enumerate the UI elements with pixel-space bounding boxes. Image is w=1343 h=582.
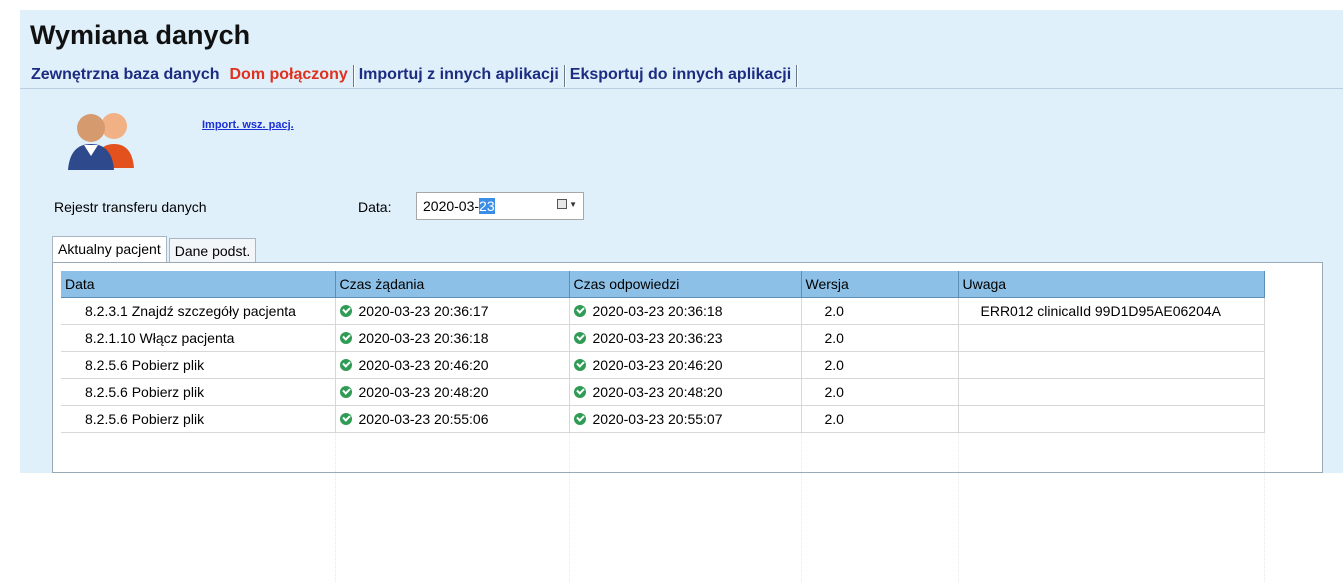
transfer-log-table-container: Data Czas żądania Czas odpowiedzi Wersja… bbox=[52, 262, 1323, 582]
operation-cell: 8.2.5.6 Pobierz plik bbox=[61, 405, 336, 433]
tab-current-patient[interactable]: Aktualny pacjent bbox=[52, 236, 167, 263]
response-time-cell: 2020-03-23 20:36:18 bbox=[569, 297, 802, 325]
table-row[interactable]: 8.2.5.6 Pobierz plik 2020-03-23 20:48:20… bbox=[61, 378, 1265, 406]
column-header-date[interactable]: Data bbox=[61, 271, 336, 298]
request-time-value: 2020-03-23 20:36:18 bbox=[358, 329, 489, 346]
column-header-version[interactable]: Wersja bbox=[801, 271, 959, 298]
request-time-cell: 2020-03-23 20:55:06 bbox=[335, 405, 570, 433]
tab-basic-data[interactable]: Dane podst. bbox=[168, 238, 257, 263]
response-time-value: 2020-03-23 20:36:18 bbox=[592, 302, 723, 319]
note-cell bbox=[958, 405, 1265, 433]
column-header-response-time[interactable]: Czas odpowiedzi bbox=[569, 271, 802, 298]
check-circle-icon bbox=[339, 331, 352, 344]
operation-cell: 8.2.1.10 Włącz pacjenta bbox=[61, 324, 336, 352]
tabs-divider bbox=[20, 88, 1343, 89]
calendar-icon bbox=[557, 199, 568, 209]
request-time-cell: 2020-03-23 20:36:18 bbox=[335, 324, 570, 352]
date-value-selected: 23 bbox=[479, 198, 495, 214]
empty-cell bbox=[335, 432, 570, 582]
tab-separator bbox=[796, 64, 798, 87]
calendar-dropdown-button[interactable]: ▼ bbox=[557, 199, 577, 209]
date-value[interactable]: 2020-03-23 bbox=[423, 198, 495, 214]
response-time-value: 2020-03-23 20:46:20 bbox=[592, 356, 723, 373]
tab-import-other-apps[interactable]: Importuj z innych aplikacji bbox=[354, 62, 564, 89]
table-header-row: Data Czas żądania Czas odpowiedzi Wersja… bbox=[61, 271, 1265, 298]
date-value-prefix: 2020-03- bbox=[423, 198, 480, 214]
sub-tabs: Aktualny pacjent Dane podst. bbox=[52, 236, 258, 263]
response-time-cell: 2020-03-23 20:36:23 bbox=[569, 324, 802, 352]
table-row[interactable]: 8.2.3.1 Znajdź szczegóły pacjenta 2020-0… bbox=[61, 297, 1265, 325]
check-circle-icon bbox=[573, 358, 586, 371]
response-time-cell: 2020-03-23 20:46:20 bbox=[569, 351, 802, 379]
table-empty-area bbox=[61, 432, 1265, 582]
import-all-patients-link[interactable]: Import. wsz. pacj. bbox=[202, 119, 294, 131]
tab-export-other-apps[interactable]: Eksportuj do innych aplikacji bbox=[565, 62, 796, 89]
date-label: Data: bbox=[358, 199, 392, 215]
note-cell bbox=[958, 324, 1265, 352]
empty-cell bbox=[569, 432, 802, 582]
check-circle-icon bbox=[339, 385, 352, 398]
request-time-cell: 2020-03-23 20:46:20 bbox=[335, 351, 570, 379]
request-time-value: 2020-03-23 20:55:06 bbox=[358, 410, 489, 427]
version-cell: 2.0 bbox=[801, 324, 959, 352]
note-cell: ERR012 clinicalId 99D1D95AE06204A bbox=[958, 297, 1265, 325]
column-header-note[interactable]: Uwaga bbox=[958, 271, 1265, 298]
transfer-register-label: Rejestr transferu danych bbox=[54, 199, 207, 215]
tab-connected-home[interactable]: Dom połączony bbox=[225, 62, 353, 89]
main-tabs: Zewnętrzna baza danych Dom połączony Imp… bbox=[26, 62, 798, 89]
check-circle-icon bbox=[339, 412, 352, 425]
request-time-cell: 2020-03-23 20:36:17 bbox=[335, 297, 570, 325]
operation-cell: 8.2.3.1 Znajdź szczegóły pacjenta bbox=[61, 297, 336, 325]
version-cell: 2.0 bbox=[801, 297, 959, 325]
empty-cell bbox=[958, 432, 1265, 582]
response-time-value: 2020-03-23 20:48:20 bbox=[592, 383, 723, 400]
page-title: Wymiana danych bbox=[30, 20, 251, 50]
empty-cell bbox=[801, 432, 959, 582]
response-time-cell: 2020-03-23 20:55:07 bbox=[569, 405, 802, 433]
check-circle-icon bbox=[573, 304, 586, 317]
table-row[interactable]: 8.2.1.10 Włącz pacjenta 2020-03-23 20:36… bbox=[61, 324, 1265, 352]
check-circle-icon bbox=[573, 412, 586, 425]
response-time-value: 2020-03-23 20:55:07 bbox=[592, 410, 723, 427]
request-time-value: 2020-03-23 20:46:20 bbox=[358, 356, 489, 373]
version-cell: 2.0 bbox=[801, 351, 959, 379]
date-picker-field[interactable]: 2020-03-23 ▼ bbox=[416, 192, 584, 220]
version-cell: 2.0 bbox=[801, 405, 959, 433]
empty-cell bbox=[61, 432, 336, 582]
transfer-log-table: Data Czas żądania Czas odpowiedzi Wersja… bbox=[61, 271, 1265, 582]
note-cell bbox=[958, 351, 1265, 379]
check-circle-icon bbox=[339, 358, 352, 371]
patients-icon bbox=[68, 113, 134, 170]
check-circle-icon bbox=[573, 331, 586, 344]
request-time-value: 2020-03-23 20:48:20 bbox=[358, 383, 489, 400]
data-exchange-panel: Wymiana danych Zewnętrzna baza danych Do… bbox=[20, 10, 1343, 582]
check-circle-icon bbox=[573, 385, 586, 398]
table-row[interactable]: 8.2.5.6 Pobierz plik 2020-03-23 20:55:06… bbox=[61, 405, 1265, 433]
version-cell: 2.0 bbox=[801, 378, 959, 406]
operation-cell: 8.2.5.6 Pobierz plik bbox=[61, 351, 336, 379]
operation-cell: 8.2.5.6 Pobierz plik bbox=[61, 378, 336, 406]
response-time-value: 2020-03-23 20:36:23 bbox=[592, 329, 723, 346]
chevron-down-icon: ▼ bbox=[569, 199, 577, 209]
response-time-cell: 2020-03-23 20:48:20 bbox=[569, 378, 802, 406]
column-header-request-time[interactable]: Czas żądania bbox=[335, 271, 570, 298]
request-time-cell: 2020-03-23 20:48:20 bbox=[335, 378, 570, 406]
tab-external-database[interactable]: Zewnętrzna baza danych bbox=[26, 62, 225, 89]
table-row[interactable]: 8.2.5.6 Pobierz plik 2020-03-23 20:46:20… bbox=[61, 351, 1265, 379]
request-time-value: 2020-03-23 20:36:17 bbox=[358, 302, 489, 319]
check-circle-icon bbox=[339, 304, 352, 317]
note-cell bbox=[958, 378, 1265, 406]
